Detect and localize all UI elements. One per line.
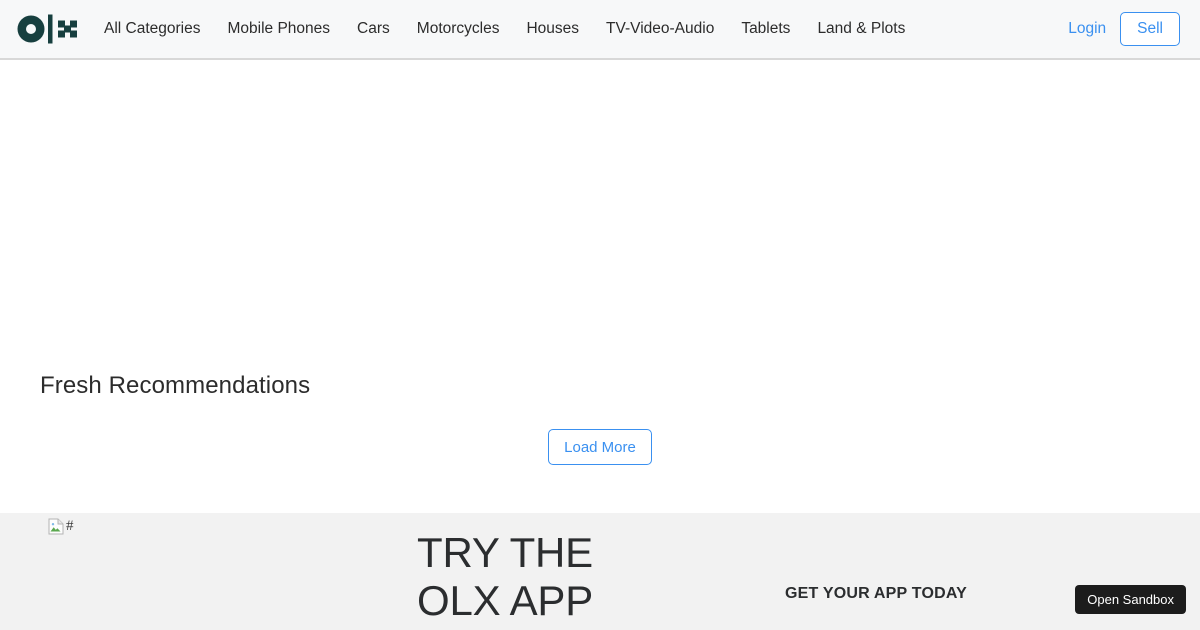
nav-item-cars[interactable]: Cars — [357, 21, 390, 37]
nav-item-motorcycles[interactable]: Motorcycles — [417, 21, 500, 37]
load-more-button[interactable]: Load More — [548, 429, 652, 465]
broken-image-alt-text: # — [66, 518, 74, 534]
nav-item-houses[interactable]: Houses — [526, 21, 579, 37]
banner-image: # — [48, 518, 74, 540]
load-more-container: Load More — [0, 429, 1200, 465]
banner-headline: TRY THE OLX APP — [417, 529, 594, 624]
nav-item-mobile-phones[interactable]: Mobile Phones — [228, 21, 331, 37]
nav-item-tv-video-audio[interactable]: TV-Video-Audio — [606, 21, 714, 37]
olx-logo[interactable] — [16, 14, 78, 44]
site-header: All Categories Mobile Phones Cars Motorc… — [0, 0, 1200, 60]
open-sandbox-button[interactable]: Open Sandbox — [1075, 585, 1186, 614]
primary-navigation: All Categories Mobile Phones Cars Motorc… — [104, 21, 1066, 37]
main-content: Fresh Recommendations Load More — [0, 60, 1200, 513]
banner-cta-text: GET YOUR APP TODAY — [785, 585, 968, 602]
app-download-banner: # TRY THE OLX APP GET YOUR APP TODAY — [0, 513, 1200, 630]
header-actions: Login Sell — [1066, 12, 1180, 46]
login-link[interactable]: Login — [1066, 16, 1108, 42]
nav-item-all-categories[interactable]: All Categories — [104, 21, 201, 37]
sell-button[interactable]: Sell — [1120, 12, 1180, 46]
olx-logo-icon — [16, 14, 78, 44]
nav-item-land-and-plots[interactable]: Land & Plots — [817, 21, 905, 37]
nav-item-tablets[interactable]: Tablets — [741, 21, 790, 37]
broken-image-icon — [48, 518, 65, 535]
